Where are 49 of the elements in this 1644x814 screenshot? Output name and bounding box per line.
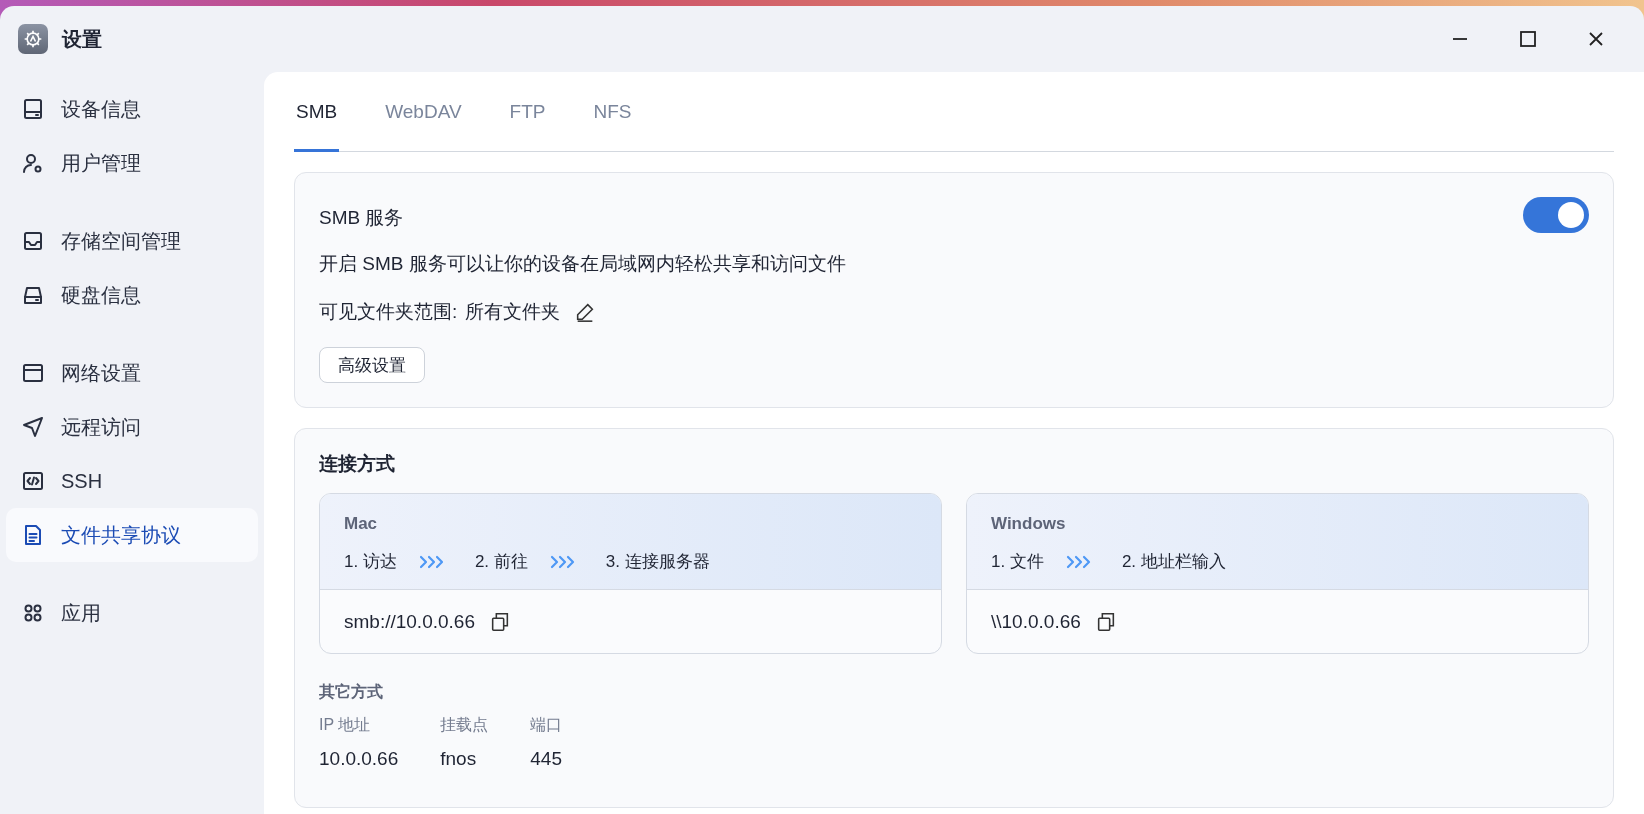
sidebar-item[interactable]: 设备信息 [6,82,258,136]
tab[interactable]: SMB [294,101,340,152]
step-label: 1. 访达 [344,551,397,573]
tab[interactable]: NFS [591,101,634,152]
field-label: 挂载点 [440,715,489,735]
field-value: fnos [440,748,478,770]
sidebar-item[interactable]: 网络设置 [6,346,258,400]
close-icon [1589,32,1603,46]
address-text: smb://10.0.0.66 [344,610,475,633]
advanced-settings-button[interactable]: 高级设置 [319,347,425,383]
settings-icon [18,24,48,54]
service-description: 开启 SMB 服务可以让你的设备在局域网内轻松共享和访问文件 [319,252,847,276]
tray-icon [21,229,45,253]
address-text: \\10.0.0.66 [991,610,1081,633]
method-name: Windows [991,514,1067,534]
send-icon [21,415,45,439]
service-toggle[interactable] [1523,197,1589,233]
sidebar-item[interactable]: 应用 [6,586,258,640]
field-label: 端口 [530,715,563,735]
step-label: 1. 文件 [991,551,1044,573]
drive-icon [21,97,45,121]
sidebar-item[interactable]: 远程访问 [6,400,258,454]
service-title: SMB 服务 [319,206,404,230]
window-title: 设置 [62,26,103,52]
field-value: 445 [530,748,563,770]
tab[interactable]: WebDAV [383,101,464,152]
field-label: IP 地址 [319,715,372,735]
chevrons-icon [549,553,576,570]
scope-value: 所有文件夹 [465,300,561,324]
sidebar-item[interactable]: 文件共享协议 [6,508,258,562]
method-name: Mac [344,514,379,534]
subsection-title: 其它方式 [319,682,384,702]
window-icon [21,361,45,385]
sidebar-item[interactable]: 用户管理 [6,136,258,190]
tab[interactable]: FTP [507,101,548,152]
step-label: 3. 连接服务器 [605,551,710,573]
maximize-icon [1520,31,1536,47]
scope-label: 可见文件夹范围: [319,300,458,324]
minimize-icon [1452,38,1468,40]
step-label: 2. 地址栏输入 [1121,551,1226,573]
field-value: 10.0.0.66 [319,748,399,770]
sidebar-item[interactable]: SSH [6,454,258,508]
sidebar-item[interactable]: 硬盘信息 [6,268,258,322]
code-icon [21,469,45,493]
sidebar-item[interactable]: 存储空间管理 [6,214,258,268]
chevrons-icon [418,553,445,570]
step-label: 2. 前往 [474,551,528,573]
section-title: 连接方式 [319,452,396,476]
chevrons-icon [1065,553,1092,570]
